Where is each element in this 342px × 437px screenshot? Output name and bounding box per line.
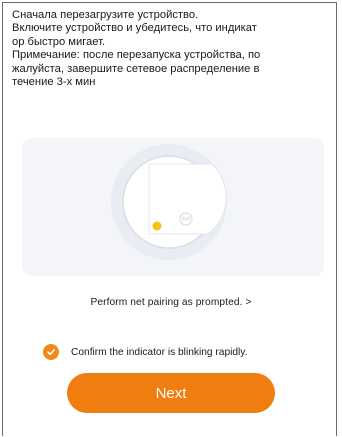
net-pairing-link[interactable]: Perform net pairing as prompted. > xyxy=(0,297,342,308)
checkmark-icon[interactable] xyxy=(43,344,59,360)
instruction-text: Сначала перезагрузите устройство. Включи… xyxy=(12,9,261,89)
confirm-indicator-label: Confirm the indicator is blinking rapidl… xyxy=(71,346,248,358)
next-button[interactable]: Next xyxy=(67,373,275,413)
indicator-led-icon xyxy=(152,221,162,231)
device-illustration xyxy=(22,138,324,276)
device-illustration-icon xyxy=(111,144,227,260)
confirm-indicator-checkbox[interactable]: Confirm the indicator is blinking rapidl… xyxy=(43,343,247,361)
